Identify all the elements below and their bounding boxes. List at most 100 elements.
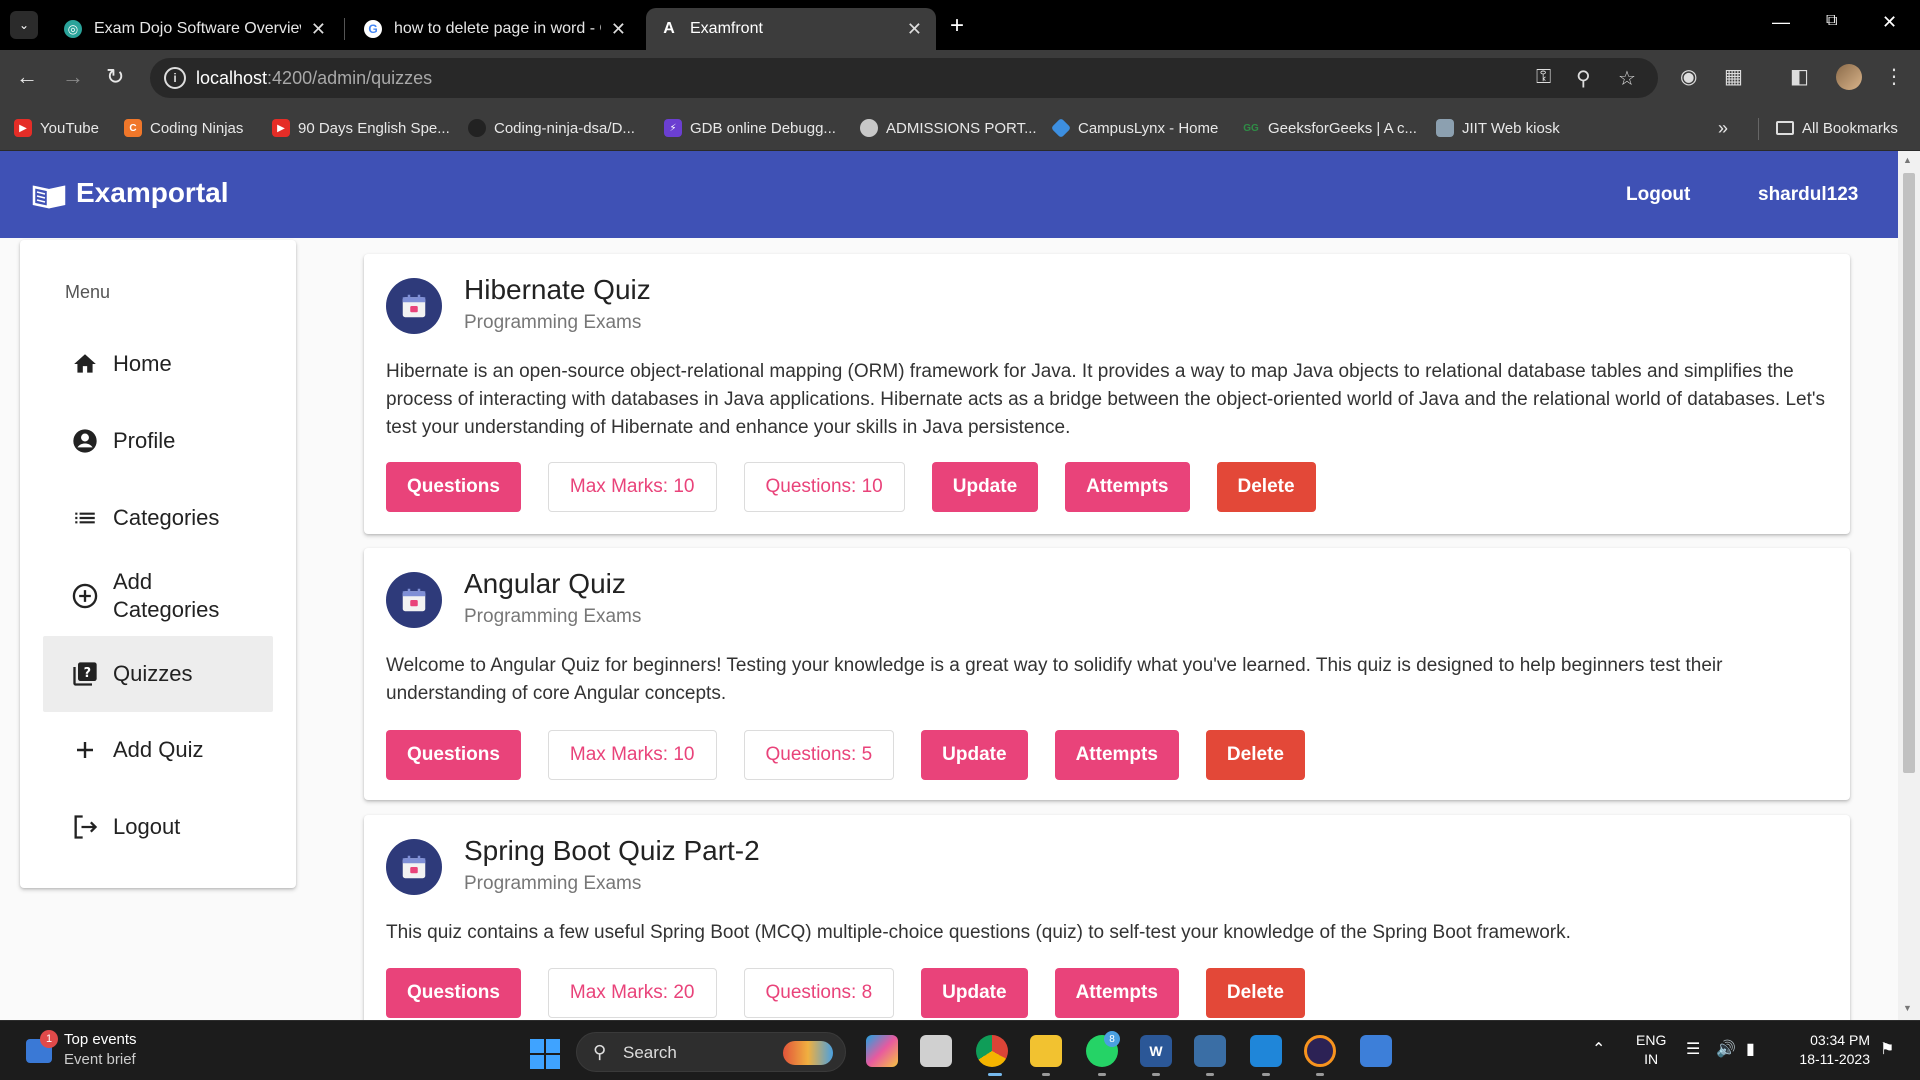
copilot-icon[interactable] xyxy=(866,1035,898,1067)
scroll-thumb[interactable] xyxy=(1903,173,1915,773)
notification-bell-icon[interactable]: ⚑ xyxy=(1880,1039,1894,1059)
youtube-icon: ▶ xyxy=(14,119,32,137)
bookmark-github[interactable]: Coding-ninja-dsa/D... xyxy=(468,116,635,140)
delete-button[interactable]: Delete xyxy=(1216,462,1316,512)
max-marks-button[interactable]: Max Marks: 10 xyxy=(547,730,717,780)
sidebar-item-home[interactable]: Home xyxy=(43,326,273,402)
header-username[interactable]: shardul123 xyxy=(1758,184,1858,206)
chrome-icon[interactable] xyxy=(976,1035,1008,1067)
header-logout-button[interactable]: Logout xyxy=(1626,184,1690,206)
more-bookmarks-chevron-icon[interactable]: » xyxy=(1718,116,1728,140)
volume-icon[interactable]: 🔊 xyxy=(1716,1039,1736,1059)
extension-pin-icon[interactable]: ◉ xyxy=(1680,64,1697,89)
tab-close-icon[interactable]: ✕ xyxy=(311,19,326,40)
password-key-icon[interactable]: ⚿ xyxy=(1536,66,1551,89)
address-bar[interactable]: i localhost:4200/admin/quizzes ⚿ ⚲ ☆ xyxy=(150,58,1658,98)
quiz-icon: ? xyxy=(71,660,99,688)
url-text[interactable]: localhost:4200/admin/quizzes xyxy=(196,68,432,89)
task-view-icon[interactable] xyxy=(920,1035,952,1067)
questions-button[interactable]: Questions xyxy=(386,968,521,1018)
delete-button[interactable]: Delete xyxy=(1205,730,1305,780)
restore-icon[interactable]: ⧉ xyxy=(1826,12,1837,30)
back-icon[interactable]: ← xyxy=(16,64,38,90)
sidebar-item-categories[interactable]: Categories xyxy=(43,480,273,556)
update-button[interactable]: Update xyxy=(931,462,1039,512)
question-count-button[interactable]: Questions: 5 xyxy=(743,730,895,780)
minimize-icon[interactable]: — xyxy=(1772,12,1790,33)
forward-icon[interactable]: → xyxy=(62,64,84,90)
bookmark-youtube[interactable]: ▶ YouTube xyxy=(14,116,99,140)
extensions-puzzle-icon[interactable]: ▦ xyxy=(1724,64,1743,89)
bookmark-coding-ninjas[interactable]: C Coding Ninjas xyxy=(124,116,243,140)
tab-close-icon[interactable]: ✕ xyxy=(611,19,626,40)
browser-tab-exam-dojo[interactable]: ◎ Exam Dojo Software Overview ✕ xyxy=(50,8,340,50)
scroll-up-icon[interactable]: ▲ xyxy=(1903,155,1912,165)
page-scrollbar[interactable]: ▲ ▼ xyxy=(1898,151,1920,1020)
attempts-button[interactable]: Attempts xyxy=(1065,462,1190,512)
bookmark-star-icon[interactable]: ☆ xyxy=(1618,66,1636,91)
sidebar-item-label: Add Categories xyxy=(113,569,220,622)
bookmark-admissions[interactable]: ADMISSIONS PORT... xyxy=(860,116,1037,140)
questions-button[interactable]: Questions xyxy=(386,462,521,512)
question-count-button[interactable]: Questions: 8 xyxy=(743,968,895,1018)
window-close-icon[interactable]: ✕ xyxy=(1882,12,1897,33)
bookmark-label: ADMISSIONS PORT... xyxy=(886,119,1037,137)
attempts-button[interactable]: Attempts xyxy=(1054,730,1179,780)
vscode-icon[interactable] xyxy=(1250,1035,1282,1067)
update-button[interactable]: Update xyxy=(921,730,1028,780)
bookmark-campuslynx[interactable]: CampusLynx - Home xyxy=(1050,116,1218,140)
word-icon[interactable]: W xyxy=(1140,1035,1172,1067)
bookmark-jiit-kiosk[interactable]: JIIT Web kiosk xyxy=(1436,116,1560,140)
bookmark-english[interactable]: ▶ 90 Days English Spe... xyxy=(272,116,450,140)
sts-ide-icon[interactable] xyxy=(1194,1035,1226,1067)
browser-tab-bar: ⌄ ◎ Exam Dojo Software Overview ✕ G how … xyxy=(0,0,1920,50)
clock-time: 03:34 PM xyxy=(1810,1032,1870,1048)
bookmark-label: YouTube xyxy=(40,119,99,137)
language-indicator[interactable]: ENG IN xyxy=(1636,1031,1666,1069)
angular-favicon-icon: A xyxy=(663,20,675,37)
wifi-icon[interactable]: ☰ xyxy=(1686,1039,1700,1059)
scroll-down-icon[interactable]: ▼ xyxy=(1903,1003,1912,1013)
chrome-menu-icon[interactable]: ⋮ xyxy=(1884,64,1904,89)
battery-icon[interactable]: ▮ xyxy=(1746,1039,1755,1059)
max-marks-button[interactable]: Max Marks: 20 xyxy=(547,968,717,1018)
browser-tab-google[interactable]: G how to delete page in word - G ✕ xyxy=(350,8,640,50)
attempts-button[interactable]: Attempts xyxy=(1054,968,1179,1018)
zoom-icon[interactable]: ⚲ xyxy=(1576,66,1591,91)
questions-button[interactable]: Questions xyxy=(386,730,521,780)
sidebar-item-quizzes[interactable]: ? Quizzes xyxy=(43,636,273,712)
clock[interactable]: 03:34 PM 18-11-2023 xyxy=(1780,1031,1870,1069)
notepad-icon[interactable] xyxy=(1360,1035,1392,1067)
sidebar-item-logout[interactable]: Logout xyxy=(43,789,273,865)
start-windows-icon[interactable] xyxy=(530,1039,560,1069)
browser-tab-examfront[interactable]: A Examfront ✕ xyxy=(646,8,936,50)
reload-icon[interactable]: ↻ xyxy=(106,64,124,90)
taskbar-search[interactable]: ⚲ Search xyxy=(576,1032,846,1072)
bookmark-gdb[interactable]: ⚡ GDB online Debugg... xyxy=(664,116,836,140)
url-host: localhost xyxy=(196,68,268,88)
profile-avatar[interactable] xyxy=(1836,64,1862,90)
side-panel-icon[interactable]: ◧ xyxy=(1790,64,1809,89)
tab-close-icon[interactable]: ✕ xyxy=(907,19,922,40)
eclipse-icon[interactable] xyxy=(1304,1035,1336,1067)
sidebar-item-add-quiz[interactable]: Add Quiz xyxy=(43,712,273,788)
sidebar-item-add-categories[interactable]: Add Categories xyxy=(43,556,273,636)
question-count-button[interactable]: Questions: 10 xyxy=(743,462,905,512)
tray-overflow-chevron-icon[interactable]: ⌃ xyxy=(1592,1039,1605,1059)
app-title[interactable]: Examportal xyxy=(76,177,229,209)
sidebar-item-profile[interactable]: Profile xyxy=(43,403,273,479)
max-marks-button[interactable]: Max Marks: 10 xyxy=(547,462,717,512)
file-explorer-icon[interactable] xyxy=(1030,1035,1062,1067)
app-toolbar: Examportal Logout shardul123 xyxy=(0,151,1898,238)
url-path: :4200/admin/quizzes xyxy=(267,68,433,88)
tab-search-dropdown-icon[interactable]: ⌄ xyxy=(10,11,38,39)
news-subtitle[interactable]: Event brief xyxy=(64,1051,136,1068)
all-bookmarks[interactable]: All Bookmarks xyxy=(1776,116,1898,140)
new-tab-icon[interactable]: + xyxy=(950,12,964,40)
site-info-icon[interactable]: i xyxy=(164,67,186,89)
bookmark-gfg[interactable]: GG GeeksforGeeks | A c... xyxy=(1242,116,1417,140)
delete-button[interactable]: Delete xyxy=(1205,968,1305,1018)
news-title[interactable]: Top events xyxy=(64,1031,137,1048)
update-button[interactable]: Update xyxy=(921,968,1028,1018)
quiz-category: Programming Exams xyxy=(464,606,642,627)
